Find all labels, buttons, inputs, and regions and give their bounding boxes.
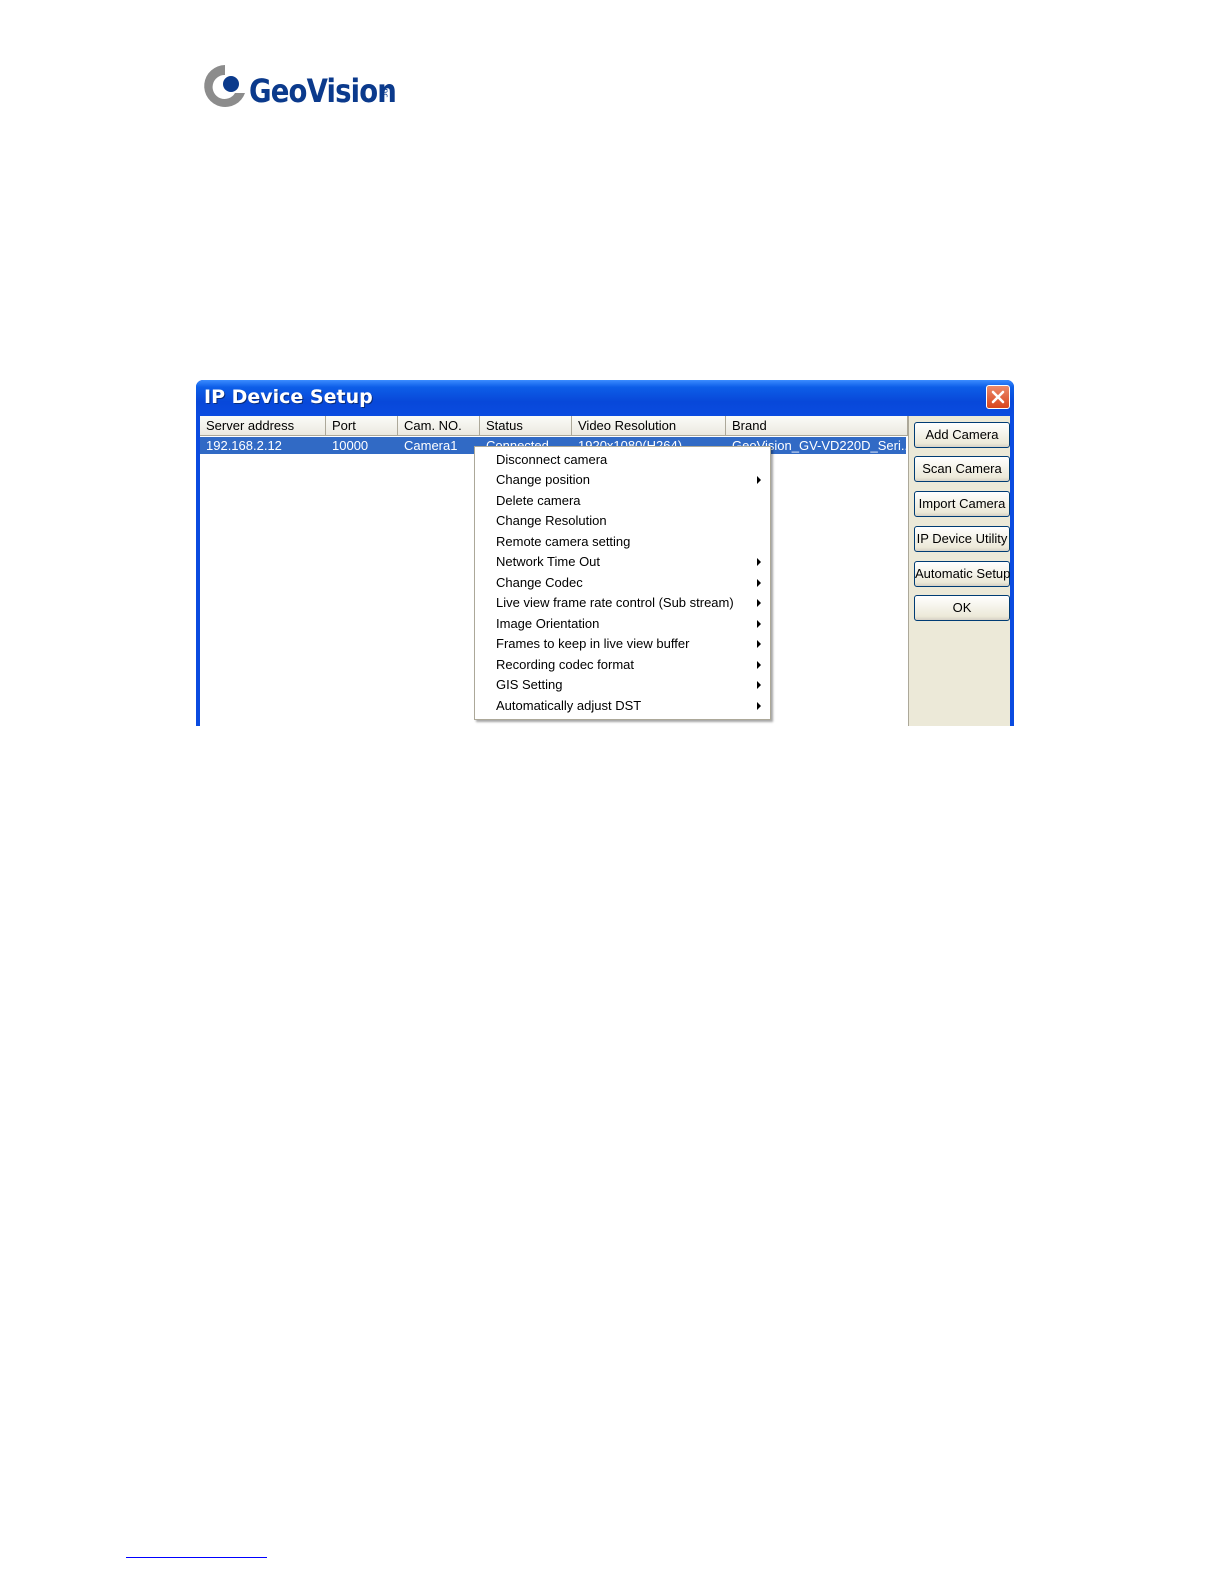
title-bar[interactable]: IP Device Setup [196,380,1014,416]
footer-divider [126,1557,267,1558]
submenu-arrow-icon [757,476,761,484]
menu-item-change-resolution[interactable]: Change Resolution [475,511,770,531]
menu-item-live-view-frame-rate[interactable]: Live view frame rate control (Sub stream… [475,593,770,613]
import-camera-button[interactable]: Import Camera [914,491,1010,517]
submenu-arrow-icon [757,599,761,607]
submenu-arrow-icon [757,558,761,566]
menu-item-label: Image Orientation [496,616,600,631]
menu-item-change-position[interactable]: Change position [475,470,770,490]
menu-item-frames-to-keep[interactable]: Frames to keep in live view buffer [475,634,770,654]
submenu-arrow-icon [757,620,761,628]
logo-text: GeoVision [249,72,397,110]
close-icon [991,390,1005,404]
scan-camera-button[interactable]: Scan Camera [914,456,1010,482]
menu-item-label: Recording codec format [496,657,635,672]
cell-port: 10000 [332,438,369,453]
logo-inc: inc [381,86,390,98]
menu-item-auto-adjust-dst[interactable]: Automatically adjust DST [475,696,770,716]
menu-item-label: Disconnect camera [496,452,608,467]
menu-item-image-orientation[interactable]: Image Orientation [475,614,770,634]
menu-item-label: Live view frame rate control (Sub stream… [496,595,734,610]
ip-device-utility-button[interactable]: IP Device Utility [914,526,1010,552]
close-button[interactable] [986,385,1010,409]
geovision-logo: GeoVision inc [201,60,397,112]
menu-item-label: GIS Setting [496,677,563,692]
menu-item-change-codec[interactable]: Change Codec [475,573,770,593]
menu-item-label: Change Codec [496,575,583,590]
menu-item-label: Automatically adjust DST [496,698,642,713]
logo-mark-icon [204,65,245,107]
column-header-video-resolution[interactable]: Video Resolution [572,416,726,436]
cell-cam-no: Camera1 [404,438,458,453]
submenu-arrow-icon [757,579,761,587]
automatic-setup-button[interactable]: Automatic Setup [914,561,1010,587]
window-title: IP Device Setup [204,386,373,408]
menu-item-delete-camera[interactable]: Delete camera [475,491,770,511]
submenu-arrow-icon [757,661,761,669]
ok-button[interactable]: OK [914,595,1010,621]
add-camera-button[interactable]: Add Camera [914,422,1010,448]
submenu-arrow-icon [757,702,761,710]
column-header-port[interactable]: Port [326,416,398,436]
context-menu: Disconnect camera Change position Delete… [474,446,771,720]
menu-item-label: Network Time Out [496,554,601,569]
column-header-status[interactable]: Status [480,416,572,436]
cell-server-address: 192.168.2.12 [206,438,282,453]
menu-item-label: Change position [496,472,590,487]
menu-item-label: Delete camera [496,493,581,508]
menu-item-label: Remote camera setting [496,534,631,549]
column-header-cam-no[interactable]: Cam. NO. [398,416,480,436]
menu-item-gis-setting[interactable]: GIS Setting [475,675,770,695]
menu-item-label: Frames to keep in live view buffer [496,636,690,651]
submenu-arrow-icon [757,681,761,689]
column-header-brand[interactable]: Brand [726,416,908,436]
column-header-server-address[interactable]: Server address [200,416,326,436]
menu-item-recording-codec-format[interactable]: Recording codec format [475,655,770,675]
menu-item-network-time-out[interactable]: Network Time Out [475,552,770,572]
list-header: Server address Port Cam. NO. Status Vide… [200,416,908,436]
menu-item-remote-camera-setting[interactable]: Remote camera setting [475,532,770,552]
menu-item-label: Change Resolution [496,513,607,528]
menu-item-disconnect-camera[interactable]: Disconnect camera [475,450,770,470]
submenu-arrow-icon [757,640,761,648]
